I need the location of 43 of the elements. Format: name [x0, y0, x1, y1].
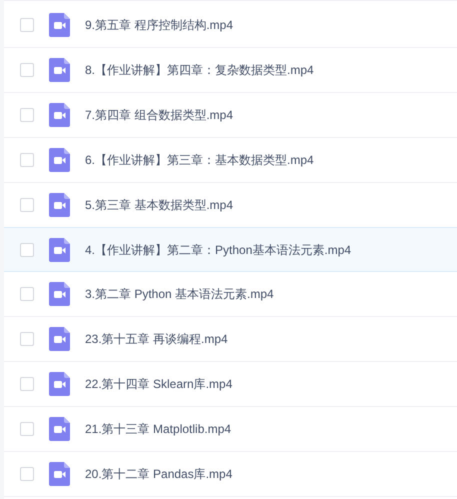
file-row[interactable]: 21.第十三章 Matplotlib.mp4: [4, 407, 457, 452]
file-name[interactable]: 7.第四章 组合数据类型.mp4: [85, 106, 234, 124]
checkbox[interactable]: [20, 242, 34, 256]
file-row[interactable]: 9.第五章 程序控制结构.mp4: [4, 3, 457, 48]
video-file-icon: [49, 462, 70, 486]
file-row[interactable]: 20.第十二章 Pandas库.mp4: [4, 452, 457, 497]
video-file-icon: [49, 327, 70, 351]
video-file-icon: [49, 282, 70, 306]
checkbox[interactable]: [20, 332, 34, 346]
file-name[interactable]: 9.第五章 程序控制结构.mp4: [85, 16, 234, 34]
checkbox[interactable]: [20, 467, 34, 481]
checkbox[interactable]: [20, 377, 34, 391]
file-name[interactable]: 6.【作业讲解】第三章：基本数据类型.mp4: [85, 151, 314, 169]
file-row[interactable]: 7.第四章 组合数据类型.mp4: [4, 93, 457, 138]
file-name[interactable]: 3.第二章 Python 基本语法元素.mp4: [85, 285, 274, 303]
file-row[interactable]: 6.【作业讲解】第三章：基本数据类型.mp4: [4, 138, 457, 183]
checkbox[interactable]: [20, 18, 34, 32]
checkbox[interactable]: [20, 108, 34, 122]
file-row[interactable]: 23.第十五章 再谈编程.mp4: [4, 317, 457, 362]
checkbox[interactable]: [20, 153, 34, 167]
video-file-icon: [49, 58, 70, 82]
video-file-icon: [49, 193, 70, 217]
checkbox[interactable]: [20, 422, 34, 436]
file-name[interactable]: 5.第三章 基本数据类型.mp4: [85, 196, 234, 214]
file-name[interactable]: 23.第十五章 再谈编程.mp4: [85, 330, 228, 348]
video-file-icon: [49, 372, 70, 396]
video-file-icon: [49, 148, 70, 172]
video-file-icon: [49, 238, 70, 262]
file-name[interactable]: 21.第十三章 Matplotlib.mp4: [85, 420, 232, 438]
video-file-icon: [49, 103, 70, 127]
file-name[interactable]: 8.【作业讲解】第四章：复杂数据类型.mp4: [85, 61, 314, 79]
file-name[interactable]: 20.第十二章 Pandas库.mp4: [85, 465, 232, 483]
file-name[interactable]: 22.第十四章 Sklearn库.mp4: [85, 375, 232, 393]
checkbox[interactable]: [20, 63, 34, 77]
file-row[interactable]: 4.【作业讲解】第二章：Python基本语法元素.mp4: [4, 227, 457, 272]
video-file-icon: [49, 417, 70, 441]
file-name[interactable]: 4.【作业讲解】第二章：Python基本语法元素.mp4: [85, 240, 352, 258]
file-row[interactable]: 3.第二章 Python 基本语法元素.mp4: [4, 272, 457, 317]
file-row[interactable]: 8.【作业讲解】第四章：复杂数据类型.mp4: [4, 48, 457, 93]
file-row[interactable]: 22.第十四章 Sklearn库.mp4: [4, 362, 457, 407]
checkbox[interactable]: [20, 287, 34, 301]
checkbox[interactable]: [20, 198, 34, 212]
video-file-icon: [49, 13, 70, 37]
